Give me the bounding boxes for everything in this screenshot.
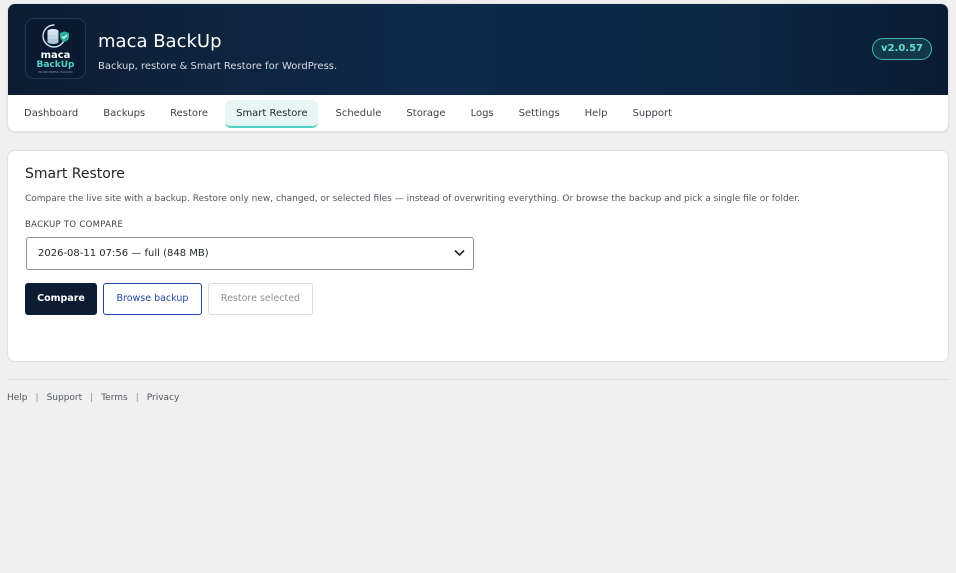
- tab-dashboard[interactable]: Dashboard: [16, 100, 86, 128]
- main-nav: Dashboard Backups Restore Smart Restore …: [8, 95, 948, 131]
- page-title: Smart Restore: [25, 166, 125, 182]
- footer-separator: |: [135, 393, 139, 403]
- hero-banner: maca BackUp WORDPRESS PLUGIN maca BackUp…: [8, 4, 948, 95]
- version-badge: v2.0.57: [872, 38, 932, 60]
- tab-backups[interactable]: Backups: [95, 100, 153, 128]
- app-title: maca BackUp: [98, 31, 222, 52]
- footer-separator: |: [90, 393, 94, 403]
- backup-select[interactable]: 2026-08-11 07:56 — full (848 MB): [26, 237, 474, 270]
- app-logo: maca BackUp WORDPRESS PLUGIN: [25, 18, 86, 79]
- smart-restore-panel: Smart Restore Compare the live site with…: [7, 150, 949, 362]
- backup-select-value: 2026-08-11 07:56 — full (848 MB): [38, 248, 209, 259]
- tab-help[interactable]: Help: [577, 100, 616, 128]
- compare-button[interactable]: Compare: [25, 283, 97, 315]
- footer-link-privacy[interactable]: Privacy: [147, 393, 180, 403]
- footer-links: Help | Support | Terms | Privacy: [7, 393, 179, 403]
- tab-support[interactable]: Support: [624, 100, 680, 128]
- app-subtitle: Backup, restore & Smart Restore for Word…: [98, 61, 338, 72]
- tab-smart-restore[interactable]: Smart Restore: [225, 100, 319, 128]
- backup-select-label: BACKUP TO COMPARE: [25, 220, 124, 230]
- panel-description: Compare the live site with a backup. Res…: [25, 194, 800, 204]
- logo-tagline: WORDPRESS PLUGIN: [38, 70, 73, 74]
- logo-word-backup: BackUp: [36, 60, 75, 70]
- restore-selected-button[interactable]: Restore selected: [208, 283, 313, 315]
- footer-link-terms[interactable]: Terms: [101, 393, 128, 403]
- tab-restore[interactable]: Restore: [162, 100, 216, 128]
- footer-separator: |: [35, 393, 39, 403]
- database-shield-icon: [41, 24, 69, 48]
- tab-schedule[interactable]: Schedule: [327, 100, 389, 128]
- tab-storage[interactable]: Storage: [398, 100, 453, 128]
- tab-settings[interactable]: Settings: [511, 100, 568, 128]
- chevron-down-icon: [454, 249, 465, 257]
- browse-backup-button[interactable]: Browse backup: [103, 283, 202, 315]
- footer-link-help[interactable]: Help: [7, 393, 28, 403]
- footer-link-support[interactable]: Support: [47, 393, 83, 403]
- tab-logs[interactable]: Logs: [463, 100, 502, 128]
- app-header-card: maca BackUp WORDPRESS PLUGIN maca BackUp…: [7, 3, 949, 132]
- footer-divider: [7, 379, 949, 380]
